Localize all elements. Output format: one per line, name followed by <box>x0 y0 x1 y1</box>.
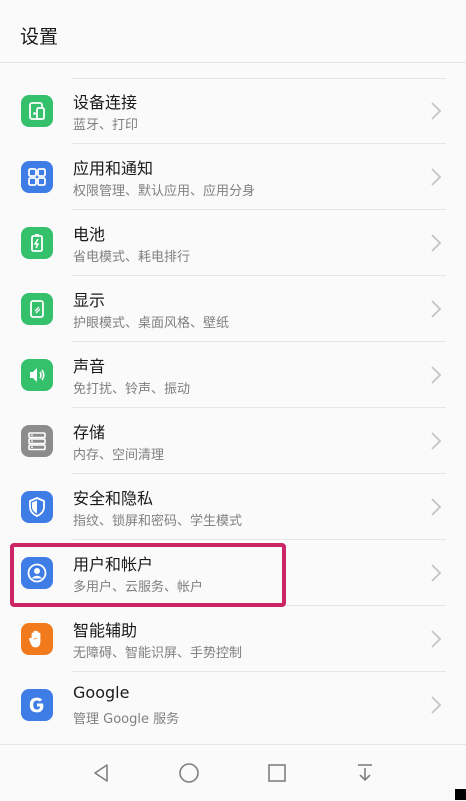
item-label: 设备连接 <box>73 93 138 112</box>
chevron-right-icon <box>431 102 442 120</box>
hand-icon <box>21 623 53 655</box>
settings-item-google[interactable]: Google 管理 Google 服务 <box>0 672 466 738</box>
item-subtitle: 护眼模式、桌面风格、壁纸 <box>73 316 230 331</box>
item-label: 安全和隐私 <box>73 489 154 508</box>
item-label: 智能辅助 <box>73 621 138 640</box>
chevron-right-icon <box>431 498 442 516</box>
item-subtitle: 管理 Google 服务 <box>73 712 180 727</box>
navigation-bar <box>0 744 466 801</box>
settings-item-sound[interactable]: 声音 免打扰、铃声、振动 <box>0 342 466 408</box>
item-subtitle: 内存、空间清理 <box>73 448 165 463</box>
item-subtitle: 指纹、锁屏和密码、学生模式 <box>73 514 243 529</box>
item-label: 显示 <box>73 291 106 310</box>
corner-artifact <box>455 789 466 800</box>
chevron-right-icon <box>431 300 442 318</box>
item-label: 电池 <box>73 225 106 244</box>
settings-item-smart-assist[interactable]: 智能辅助 无障碍、智能识屏、手势控制 <box>0 606 466 672</box>
chevron-right-icon <box>431 366 442 384</box>
speaker-icon <box>21 359 53 391</box>
item-label: Google <box>73 683 130 702</box>
item-subtitle: 省电模式、耗电排行 <box>73 250 191 265</box>
recents-icon[interactable] <box>266 762 288 784</box>
item-subtitle: 权限管理、默认应用、应用分身 <box>73 184 256 199</box>
item-subtitle: 免打扰、铃声、振动 <box>73 382 191 397</box>
settings-item-storage[interactable]: 存储 内存、空间清理 <box>0 408 466 474</box>
settings-item-display[interactable]: 显示 护眼模式、桌面风格、壁纸 <box>0 276 466 342</box>
chevron-right-icon <box>431 168 442 186</box>
battery-icon <box>21 227 53 259</box>
google-icon <box>21 689 53 721</box>
highlight-box <box>10 543 286 607</box>
item-subtitle: 无障碍、智能识屏、手势控制 <box>73 646 243 661</box>
display-icon <box>21 293 53 325</box>
chevron-right-icon <box>431 234 442 252</box>
item-label: 声音 <box>73 357 106 376</box>
chevron-right-icon <box>431 432 442 450</box>
home-icon[interactable] <box>178 762 200 784</box>
item-label: 存储 <box>73 423 106 442</box>
notification-pull-icon[interactable] <box>354 762 376 784</box>
shield-icon <box>21 491 53 523</box>
header: 设置 <box>0 0 466 63</box>
settings-item-security[interactable]: 安全和隐私 指纹、锁屏和密码、学生模式 <box>0 474 466 540</box>
page-title: 设置 <box>20 26 59 48</box>
item-subtitle: 蓝牙、打印 <box>73 118 139 133</box>
settings-item-device-connect[interactable]: 设备连接 蓝牙、打印 <box>0 78 466 144</box>
device-connect-icon <box>21 95 53 127</box>
chevron-right-icon <box>431 630 442 648</box>
settings-item-battery[interactable]: 电池 省电模式、耗电排行 <box>0 210 466 276</box>
chevron-right-icon <box>431 696 442 714</box>
item-label: 应用和通知 <box>73 159 154 178</box>
storage-icon <box>21 425 53 457</box>
settings-item-apps[interactable]: 应用和通知 权限管理、默认应用、应用分身 <box>0 144 466 210</box>
back-icon[interactable] <box>90 762 112 784</box>
chevron-right-icon <box>431 564 442 582</box>
apps-grid-icon <box>21 161 53 193</box>
